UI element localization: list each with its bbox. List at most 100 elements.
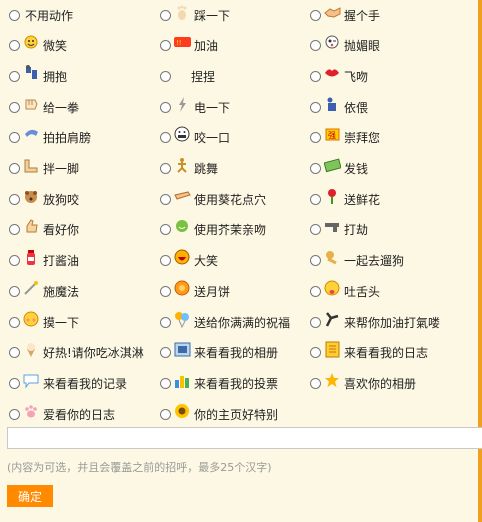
action-option[interactable]: 大笑 (160, 246, 218, 276)
action-radio[interactable] (310, 163, 321, 174)
dance-icon (174, 157, 191, 174)
paw-icon (23, 403, 40, 420)
action-option[interactable]: 摸一下 (9, 307, 79, 337)
action-option[interactable]: 来帮你加油打氣喽 (310, 307, 440, 337)
action-radio[interactable] (9, 70, 20, 82)
action-radio[interactable] (9, 9, 20, 21)
action-option[interactable]: 咬一口 (160, 123, 230, 153)
action-radio[interactable] (160, 40, 171, 52)
action-radio[interactable] (9, 255, 20, 267)
action-option[interactable]: 拍拍肩膀 (9, 123, 91, 153)
action-radio[interactable] (9, 408, 20, 420)
action-option[interactable]: 送给你满满的祝福 (160, 307, 290, 337)
action-row: 给一拳 电一下 依偎 (0, 92, 478, 122)
action-radio[interactable] (9, 101, 20, 113)
action-option[interactable]: 踩一下 (160, 0, 230, 30)
action-radio[interactable] (160, 255, 171, 267)
action-option[interactable]: 看好你 (9, 215, 79, 245)
action-radio[interactable] (310, 377, 321, 389)
action-option[interactable]: 打劫 (310, 215, 368, 245)
action-option[interactable]: 使用芥茉亲吻 (160, 215, 266, 245)
balloons-icon (174, 311, 191, 328)
action-option[interactable]: 拥抱 (9, 61, 67, 91)
action-option[interactable]: 使用葵花点穴 (160, 184, 266, 214)
action-row: 摸一下 送给你满满的祝福 来帮你加油打氣喽 (0, 307, 478, 337)
action-option[interactable]: 一起去遛狗 (310, 246, 404, 276)
action-option[interactable]: 拌一脚 (9, 154, 79, 184)
action-radio[interactable] (310, 285, 321, 297)
action-option[interactable]: 电一下 (160, 92, 230, 122)
action-radio[interactable] (9, 40, 20, 52)
action-option[interactable]: 飞吻 (310, 61, 368, 91)
action-option[interactable]: 喜欢你的相册 (310, 368, 416, 398)
action-option[interactable]: 抛媚眼 (310, 31, 380, 61)
action-option[interactable]: 发钱 (310, 154, 368, 184)
action-radio[interactable] (160, 9, 171, 21)
action-radio[interactable] (9, 347, 20, 359)
action-option[interactable]: 爱看你的日志 (9, 399, 115, 429)
action-radio[interactable] (160, 285, 171, 297)
action-option[interactable]: 跳舞 (160, 154, 218, 184)
confirm-button[interactable]: 确定 (7, 485, 53, 507)
action-radio[interactable] (310, 224, 321, 236)
action-radio[interactable] (160, 316, 171, 328)
action-radio[interactable] (9, 285, 20, 297)
action-option[interactable]: 打酱油 (9, 246, 79, 276)
action-radio[interactable] (9, 193, 20, 205)
action-radio[interactable] (160, 101, 171, 113)
action-label: 吐舌头 (344, 284, 381, 299)
action-radio[interactable] (9, 132, 20, 144)
photo-frame-icon (174, 341, 191, 358)
action-option[interactable]: 施魔法 (9, 276, 79, 306)
action-label: 捏捏 (191, 69, 216, 84)
action-radio[interactable] (160, 193, 171, 205)
action-option[interactable]: 你的主页好特别 (160, 399, 278, 429)
action-radio[interactable] (310, 255, 321, 267)
action-radio[interactable] (160, 377, 171, 389)
action-radio[interactable] (160, 347, 171, 359)
action-option[interactable]: 来看看我的日志 (310, 338, 428, 368)
action-radio[interactable] (310, 347, 321, 359)
action-radio[interactable] (310, 9, 321, 21)
action-option[interactable]: 放狗咬 (9, 184, 79, 214)
action-option[interactable]: 微笑 (9, 31, 67, 61)
action-radio[interactable] (9, 316, 20, 328)
action-option[interactable]: 吐舌头 (310, 276, 380, 306)
action-radio[interactable] (9, 163, 20, 174)
action-label: 送鲜花 (344, 192, 381, 207)
action-label: 加油 (194, 39, 219, 54)
action-option[interactable]: 来看看我的记录 (9, 368, 127, 398)
action-option[interactable]: 握个手 (310, 0, 380, 30)
action-radio[interactable] (310, 316, 321, 328)
action-option[interactable]: !! 加油 (160, 31, 218, 61)
action-option[interactable]: 送月饼 (160, 276, 230, 306)
action-radio[interactable] (160, 70, 171, 82)
action-radio[interactable] (310, 101, 321, 113)
action-radio[interactable] (310, 132, 321, 144)
action-option[interactable]: 来看看我的相册 (160, 338, 278, 368)
action-option[interactable]: 捏捏 (160, 61, 215, 91)
action-radio[interactable] (160, 132, 171, 144)
action-radio[interactable] (160, 408, 171, 420)
action-option[interactable]: 给一拳 (9, 92, 79, 122)
tongue-face-icon (324, 280, 341, 297)
action-option[interactable]: 好热!请你吃冰淇淋 (9, 338, 144, 368)
action-radio[interactable] (310, 40, 321, 52)
action-radio[interactable] (9, 377, 20, 389)
action-radio[interactable] (310, 193, 321, 205)
action-option[interactable]: 强崇拜您 (310, 123, 380, 153)
bar-chart-icon (174, 372, 191, 389)
action-option[interactable]: 来看看我的投票 (160, 368, 278, 398)
greeting-message-input[interactable] (7, 427, 482, 449)
action-option[interactable]: 送鲜花 (310, 184, 380, 214)
action-radio[interactable] (160, 224, 171, 236)
pump-icon (324, 311, 341, 328)
action-option[interactable]: 依偎 (310, 92, 368, 122)
action-option[interactable]: 不用动作 (9, 0, 73, 30)
lips-icon (324, 65, 341, 82)
action-radio[interactable] (310, 70, 321, 82)
action-radio[interactable] (9, 224, 20, 236)
action-label: 握个手 (344, 8, 381, 23)
action-row: 来看看我的记录 来看看我的投票 喜欢你的相册 (0, 368, 478, 398)
action-radio[interactable] (160, 163, 171, 174)
